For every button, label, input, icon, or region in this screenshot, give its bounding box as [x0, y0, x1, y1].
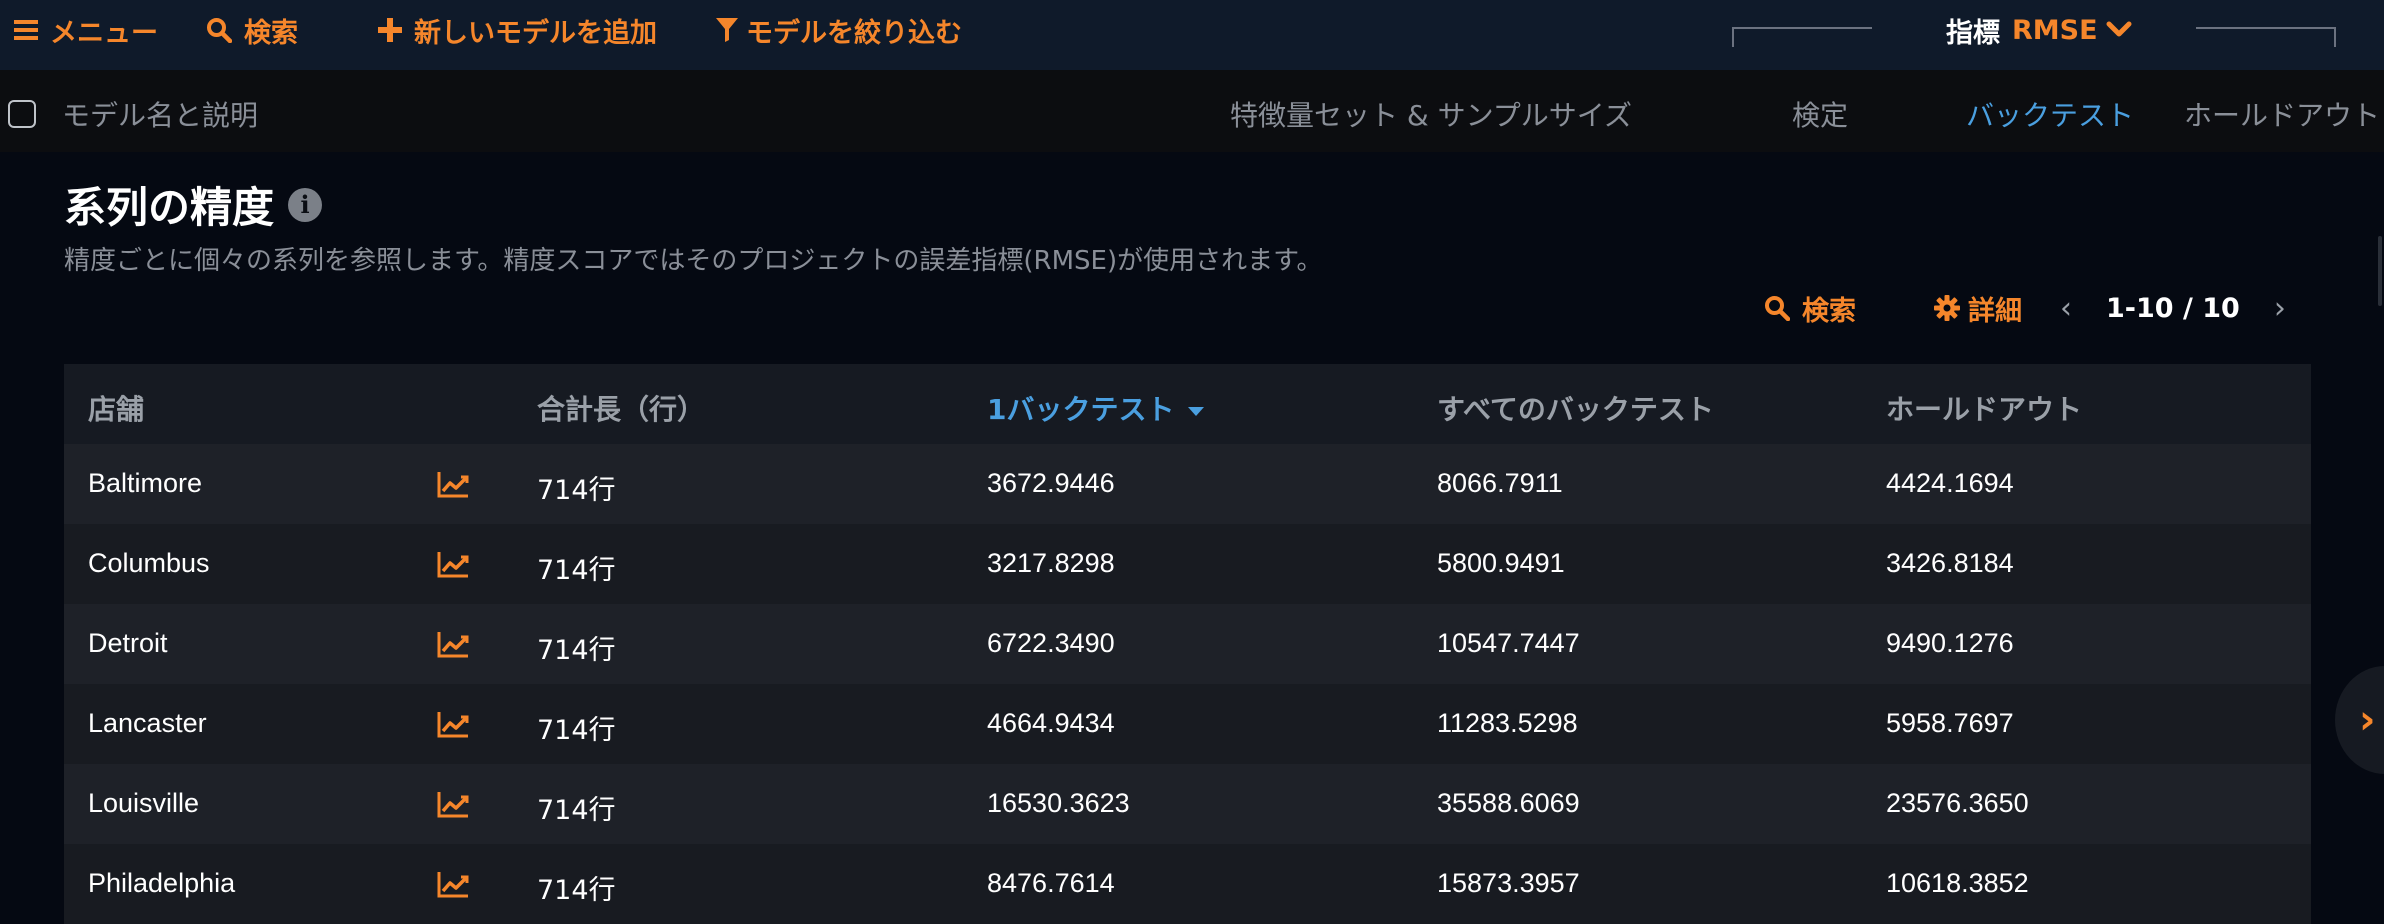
cell-holdout: 3426.8184 [1886, 548, 2014, 578]
cell-holdout: 9490.1276 [1886, 628, 2014, 658]
details-button[interactable]: 詳細 [1934, 288, 2022, 328]
header-backtest1[interactable]: 1バックテスト [987, 388, 1205, 428]
cell-holdout: 23576.3650 [1886, 788, 2029, 818]
leaderboard-column-bar: モデル名と説明 特徴量セット & サンプルサイズ 検定 バックテスト ホールドア… [0, 70, 2384, 152]
details-label: 詳細 [1968, 295, 2022, 327]
section-title: 系列の精度 i [64, 174, 323, 235]
column-holdout[interactable]: ホールドアウト [2184, 94, 2380, 134]
cell-length: 714行 [537, 555, 616, 586]
cell-backtest1: 8476.7614 [987, 868, 1115, 898]
line-chart-icon[interactable] [437, 870, 469, 902]
filter-icon [716, 18, 738, 42]
line-chart-icon[interactable] [437, 630, 469, 662]
cell-backtest1: 4664.9434 [987, 708, 1115, 738]
column-backtest[interactable]: バックテスト [1966, 94, 2134, 134]
line-chart-icon[interactable] [437, 550, 469, 582]
metric-label: 指標 [1946, 17, 2000, 49]
chevron-right-icon[interactable]: › [2274, 291, 2286, 326]
header-holdout[interactable]: ホールドアウト [1886, 388, 2082, 428]
cell-length: 714行 [537, 875, 616, 906]
cell-holdout: 5958.7697 [1886, 708, 2014, 738]
toolbar-search-label: 検索 [244, 17, 298, 49]
cell-all-backtests: 35588.6069 [1437, 788, 1580, 818]
pagination: ‹ 1-10 / 10 › [2060, 288, 2286, 328]
cell-backtest1: 16530.3623 [987, 788, 1130, 818]
hamburger-icon [14, 19, 38, 41]
series-accuracy-table: 店舗 合計長（行） 1バックテスト すべてのバックテスト ホールドアウト Bal… [64, 364, 2311, 924]
sort-desc-icon [1188, 406, 1205, 416]
series-search-label: 検索 [1802, 295, 1856, 327]
cell-store: Lancaster [88, 708, 207, 738]
scrollbar-thumb[interactable] [2378, 236, 2382, 306]
column-validation[interactable]: 検定 [1792, 94, 1848, 134]
line-chart-icon[interactable] [437, 470, 469, 502]
section-title-text: 系列の精度 [64, 183, 275, 232]
header-store[interactable]: 店舗 [88, 388, 144, 428]
table-row[interactable]: Columbus 714行 3217.8298 5800.9491 3426.8… [64, 524, 2311, 604]
cell-length: 714行 [537, 635, 616, 666]
chevron-right-icon: › [2359, 697, 2376, 743]
toolbar-search-button[interactable]: 検索 [206, 0, 298, 60]
metric-divider-left [1732, 27, 1872, 47]
table-header: 店舗 合計長（行） 1バックテスト すべてのバックテスト ホールドアウト [64, 364, 2311, 444]
cell-all-backtests: 8066.7911 [1437, 468, 1563, 498]
cell-holdout: 4424.1694 [1886, 468, 2014, 498]
cell-store: Detroit [88, 628, 168, 658]
header-total-length[interactable]: 合計長（行） [537, 388, 705, 428]
cell-all-backtests: 10547.7447 [1437, 628, 1580, 658]
gear-icon [1934, 295, 1960, 321]
search-icon [1764, 295, 1790, 321]
cell-length: 714行 [537, 795, 616, 826]
metric-value: RMSE [2012, 14, 2098, 46]
cell-all-backtests: 5800.9491 [1437, 548, 1565, 578]
select-all-checkbox[interactable] [8, 100, 36, 128]
table-row[interactable]: Louisville 714行 16530.3623 35588.6069 23… [64, 764, 2311, 844]
add-model-label: 新しいモデルを追加 [414, 17, 657, 49]
column-model-name[interactable]: モデル名と説明 [62, 94, 258, 134]
filter-models-label: モデルを絞り込む [746, 17, 962, 49]
table-row[interactable]: Baltimore 714行 3672.9446 8066.7911 4424.… [64, 444, 2311, 524]
menu-button[interactable]: メニュー [14, 0, 158, 60]
table-row[interactable]: Lancaster 714行 4664.9434 11283.5298 5958… [64, 684, 2311, 764]
chevron-down-icon [2106, 15, 2132, 46]
series-accuracy-section: 系列の精度 i 精度ごとに個々の系列を参照します。精度スコアではそのプロジェクト… [0, 152, 2384, 924]
cell-holdout: 10618.3852 [1886, 868, 2029, 898]
metric-dropdown[interactable]: 指標 RMSE [1946, 0, 2132, 60]
plus-icon [378, 18, 402, 42]
table-row[interactable]: Detroit 714行 6722.3490 10547.7447 9490.1… [64, 604, 2311, 684]
cell-all-backtests: 11283.5298 [1437, 708, 1578, 738]
cell-backtest1: 3217.8298 [987, 548, 1115, 578]
cell-backtest1: 3672.9446 [987, 468, 1115, 498]
cell-length: 714行 [537, 475, 616, 506]
info-icon[interactable]: i [288, 187, 323, 222]
series-search-button[interactable]: 検索 [1764, 288, 1856, 328]
cell-length: 714行 [537, 715, 616, 746]
cell-store: Columbus [88, 548, 210, 578]
metric-selector: 指標 RMSE [1732, 0, 2336, 50]
section-description: 精度ごとに個々の系列を参照します。精度スコアではそのプロジェクトの誤差指標(RM… [64, 246, 1323, 276]
metric-divider-right [2196, 27, 2336, 47]
line-chart-icon[interactable] [437, 790, 469, 822]
cell-store: Baltimore [88, 468, 203, 498]
filter-models-button[interactable]: モデルを絞り込む [716, 0, 962, 60]
cell-store: Philadelphia [88, 868, 236, 898]
pagination-label: 1-10 / 10 [2106, 292, 2240, 324]
add-model-button[interactable]: 新しいモデルを追加 [378, 0, 657, 60]
header-backtest1-label: 1バックテスト [987, 393, 1175, 426]
chevron-left-icon[interactable]: ‹ [2060, 291, 2072, 326]
menu-label: メニュー [50, 17, 158, 49]
table-row[interactable]: Philadelphia 714行 8476.7614 15873.3957 1… [64, 844, 2311, 924]
search-icon [206, 17, 232, 43]
cell-backtest1: 6722.3490 [987, 628, 1115, 658]
top-toolbar: メニュー 検索 新しいモデルを追加 モデルを絞り込む 指標 RMSE [0, 0, 2384, 70]
cell-store: Louisville [88, 788, 200, 818]
line-chart-icon[interactable] [437, 710, 469, 742]
cell-all-backtests: 15873.3957 [1437, 868, 1580, 898]
header-all-backtests[interactable]: すべてのバックテスト [1437, 388, 1714, 428]
column-feature-sample[interactable]: 特徴量セット & サンプルサイズ [1230, 94, 1632, 134]
